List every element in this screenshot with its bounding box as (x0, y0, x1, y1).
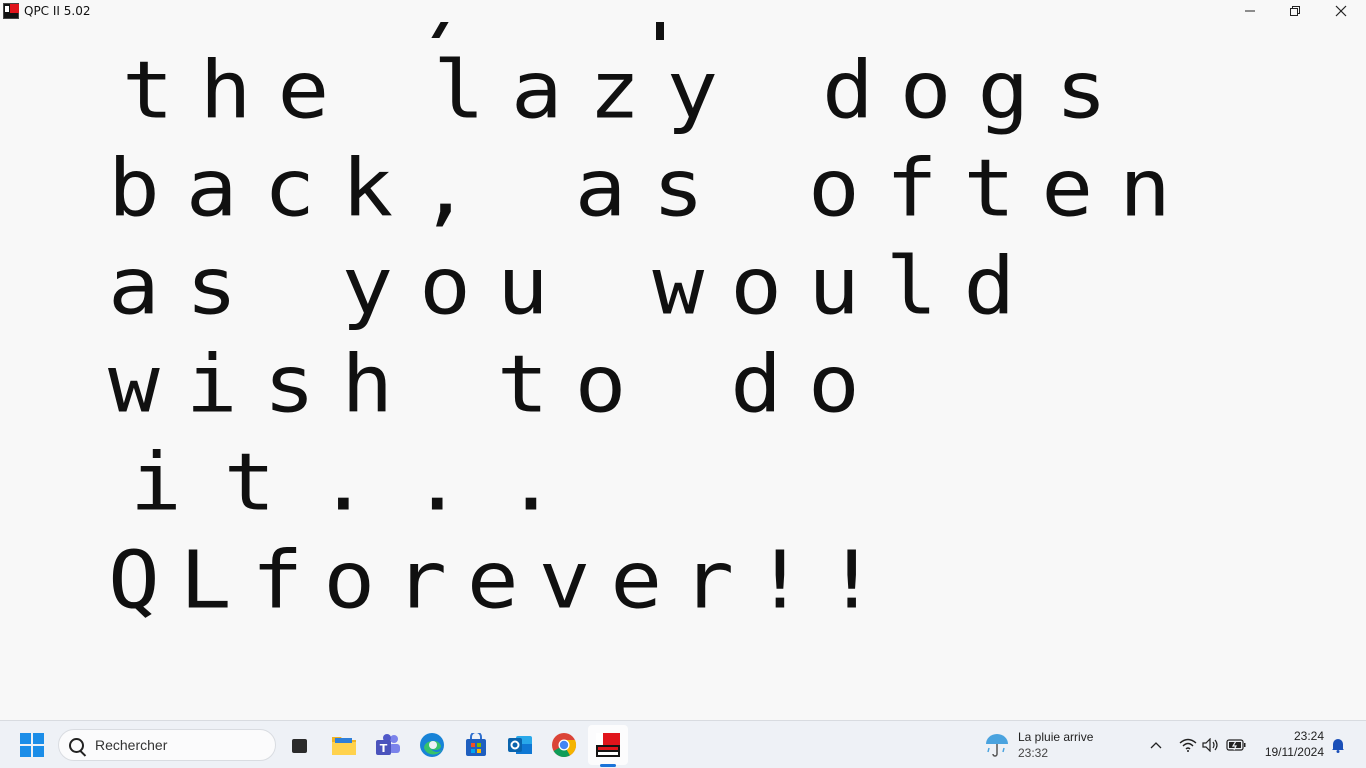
screen-line: wish to do (108, 338, 886, 431)
outlook-button[interactable] (500, 725, 540, 765)
task-view-button[interactable] (280, 725, 320, 765)
file-explorer-icon (332, 737, 356, 755)
close-icon (1335, 5, 1347, 17)
minimize-icon (1245, 10, 1255, 12)
umbrella-rain-icon (986, 734, 1008, 757)
speaker-icon (1202, 738, 1218, 752)
restore-button[interactable] (1272, 0, 1318, 22)
chrome-icon (552, 733, 577, 758)
show-hidden-icons-button[interactable] (1146, 733, 1166, 757)
chevron-up-icon (1150, 742, 1162, 749)
teams-button[interactable]: T (368, 725, 408, 765)
close-button[interactable] (1318, 0, 1364, 22)
battery-charging-icon (1226, 739, 1246, 751)
qpc-taskbar-button[interactable] (588, 725, 628, 765)
svg-text:T: T (380, 742, 388, 755)
emulator-screen[interactable]: the lazy dogs back, as often as you woul… (0, 22, 1366, 720)
weather-time: 23:32 (1018, 746, 1049, 760)
battery-button[interactable] (1224, 733, 1248, 757)
edge-button[interactable] (412, 725, 452, 765)
minimize-button[interactable] (1227, 0, 1273, 22)
search-icon (69, 737, 84, 753)
volume-button[interactable] (1201, 733, 1221, 757)
active-app-indicator (600, 764, 616, 767)
restore-icon (1290, 6, 1300, 16)
windows-logo-icon (20, 733, 44, 757)
screen-line: the lazy dogs (122, 45, 1134, 137)
wifi-icon (1179, 738, 1197, 752)
network-button[interactable] (1178, 733, 1198, 757)
screen-line: it... (130, 436, 599, 529)
screen-line: back, as often (108, 143, 1197, 235)
store-button[interactable] (456, 725, 496, 765)
edge-icon (420, 733, 444, 757)
taskbar: Rechercher T La pluie arrive 23:32 23:24… (0, 720, 1366, 768)
teams-icon: T (376, 734, 400, 755)
file-explorer-button[interactable] (324, 725, 364, 765)
window-title: QPC II 5.02 (24, 4, 91, 18)
notifications-button[interactable] (1328, 733, 1348, 757)
weather-widget[interactable]: La pluie arrive 23:32 (984, 727, 1134, 763)
screen-line: as you would (108, 240, 1042, 333)
bell-icon (1332, 739, 1344, 753)
weather-title: La pluie arrive (1018, 730, 1094, 744)
search-box[interactable]: Rechercher (58, 729, 276, 761)
store-icon (466, 733, 486, 756)
qpc-icon (596, 733, 620, 757)
clipped-text-fragment (656, 22, 664, 40)
window-title-bar[interactable]: QPC II 5.02 (0, 0, 1366, 22)
qpc-app-icon (3, 3, 19, 19)
clipped-text-fragment (430, 22, 460, 40)
clock-date: 19/11/2024 (1264, 745, 1324, 759)
screen-line: QLforever!! (108, 535, 898, 627)
chrome-button[interactable] (544, 725, 584, 765)
clock-time: 23:24 (1293, 729, 1324, 743)
start-button[interactable] (12, 725, 52, 765)
task-view-icon (288, 733, 312, 757)
search-placeholder: Rechercher (95, 737, 168, 753)
clock[interactable]: 23:24 19/11/2024 (1254, 728, 1324, 760)
outlook-icon (508, 736, 532, 754)
